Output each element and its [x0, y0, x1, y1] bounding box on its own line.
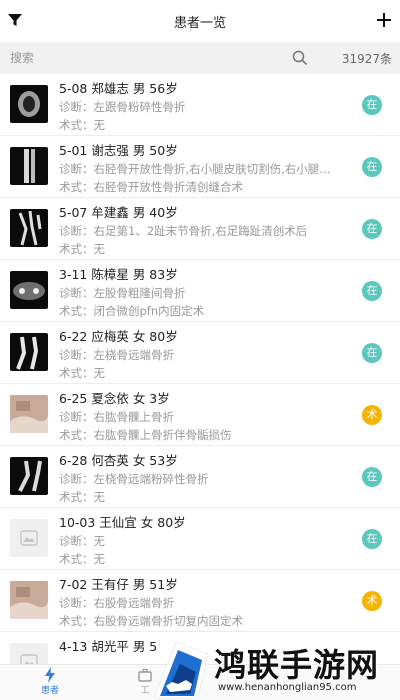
patient-row[interactable]: 3-11 陈樟星 男 83岁 诊断：左股骨粗隆间骨折 术式：闭合微创pfn内固定术在 [0, 260, 400, 322]
patient-diagnosis: 诊断：右股骨远端骨折 [59, 596, 174, 610]
status-badge: 在 [362, 219, 382, 239]
patient-list: 5-08 郑雄志 男 56岁 诊断：左跟骨粉碎性骨折 术式：无在 5-01 谢志强 男… [0, 74, 400, 664]
status-badge: 在 [362, 529, 382, 549]
patient-row[interactable]: 6-28 何杏英 女 53岁 诊断：左桡骨远端粉碎性骨折 术式：无在 [0, 446, 400, 508]
patient-diagnosis: 诊断：左股骨粗隆间骨折 [59, 286, 186, 300]
patient-info: 6-28 何杏英 女 53岁诊断：左桡骨远端粉碎性骨折 术式：无 [59, 451, 360, 506]
image-placeholder-icon [10, 519, 48, 557]
patient-row[interactable]: 10-03 王仙宜 女 80岁 诊断：无 术式：无在 [0, 508, 400, 570]
lightning-icon [45, 667, 55, 683]
patient-diagnosis: 诊断：左桡骨远端骨折 [59, 348, 174, 362]
status-badge: 在 [362, 343, 382, 363]
patient-surgery: 术式：闭合微创pfn内固定术 [59, 304, 205, 318]
patient-thumbnail [10, 581, 48, 619]
patient-surgery: 术式：无 [59, 490, 105, 504]
patient-thumbnail [10, 147, 48, 185]
patient-surgery: 术式：右肱骨髁上骨折伴骨骺损伤 [59, 428, 232, 442]
patient-diagnosis: 诊断：左桡骨远端粉碎性骨折 [59, 472, 209, 486]
top-bar: 患者一览 [0, 0, 400, 42]
patient-thumbnail [10, 457, 48, 495]
patient-row[interactable]: 7-02 王有仔 男 51岁 诊断：右股骨远端骨折术式：右股骨远端骨折切复内固定术… [0, 570, 400, 632]
patient-row[interactable]: 5-07 牟建鑫 男 40岁诊断：右足第1、2趾末节骨折,右足踇趾清创术后 术式：… [0, 198, 400, 260]
briefcase-icon [138, 668, 152, 682]
search-input[interactable] [10, 51, 270, 65]
patient-name: 5-08 郑雄志 男 56岁 [59, 81, 178, 96]
patient-info: 10-03 王仙宜 女 80岁 诊断：无术式：无 [59, 513, 360, 568]
patient-thumbnail [10, 271, 48, 309]
patient-diagnosis: 诊断：左跟骨粉碎性骨折 [59, 100, 186, 114]
patient-name: 10-03 王仙宜 女 80岁 [59, 515, 186, 530]
patient-thumbnail [10, 395, 48, 433]
watermark-title: 鸿联手游网 [214, 646, 380, 684]
patient-name: 7-02 王有仔 男 51岁 [59, 577, 178, 592]
patient-diagnosis: 诊断：右胫骨开放性骨折,右小腿皮肤切割伤,右小腿… [59, 162, 331, 176]
status-badge: 术 [362, 591, 382, 611]
patient-name: 6-28 何杏英 女 53岁 [59, 453, 178, 468]
patient-row[interactable]: 5-01 谢志强 男 50岁诊断：右胫骨开放性骨折,右小腿皮肤切割伤,右小腿… 术… [0, 136, 400, 198]
tab-patients[interactable]: 患者 [30, 667, 70, 696]
patient-name: 3-11 陈樟星 男 83岁 [59, 267, 178, 282]
tab-work-label: 工 [140, 686, 150, 696]
search-bar: 31927条 [0, 42, 400, 74]
patient-info: 7-02 王有仔 男 51岁 诊断：右股骨远端骨折术式：右股骨远端骨折切复内固定术 [59, 575, 360, 630]
status-badge: 在 [362, 281, 382, 301]
patient-info: 6-22 应梅英 女 80岁 诊断：左桡骨远端骨折 术式：无 [59, 327, 360, 382]
watermark-logo [153, 641, 209, 699]
add-icon[interactable] [376, 12, 392, 28]
patient-thumbnail [10, 209, 48, 247]
status-badge: 在 [362, 157, 382, 177]
patient-row[interactable]: 6-25 夏念依 女 3岁 诊断：右肱骨髁上骨折 术式：右肱骨髁上骨折伴骨骺损伤术 [0, 384, 400, 446]
status-badge: 在 [362, 95, 382, 115]
patient-surgery: 术式：无 [59, 118, 105, 132]
patient-diagnosis: 诊断：无 [59, 534, 105, 548]
patient-info: 5-01 谢志强 男 50岁诊断：右胫骨开放性骨折,右小腿皮肤切割伤,右小腿… 术… [59, 141, 360, 196]
patient-info: 5-08 郑雄志 男 56岁 诊断：左跟骨粉碎性骨折 术式：无 [59, 79, 360, 134]
patient-thumbnail [10, 85, 48, 123]
watermark-url: www.henanhonglian95.com [218, 682, 357, 693]
watermark: 鸿联手游网 www.henanhonglian95.com [152, 638, 400, 700]
patient-info: 3-11 陈樟星 男 83岁 诊断：左股骨粗隆间骨折术式：闭合微创pfn内固定术 [59, 265, 360, 320]
patient-surgery: 术式：无 [59, 242, 105, 256]
patient-surgery: 术式：无 [59, 366, 105, 380]
patient-thumbnail [10, 333, 48, 371]
patient-surgery: 术式：无 [59, 552, 105, 566]
patient-name: 5-01 谢志强 男 50岁 [59, 143, 178, 158]
patient-diagnosis: 诊断：右肱骨髁上骨折 [59, 410, 174, 424]
patient-row[interactable]: 5-08 郑雄志 男 56岁 诊断：左跟骨粉碎性骨折 术式：无在 [0, 74, 400, 136]
patient-name: 5-07 牟建鑫 男 40岁 [59, 205, 178, 220]
image-placeholder-icon [10, 643, 48, 664]
result-count: 31927条 [341, 52, 392, 66]
status-badge: 在 [362, 467, 382, 487]
patient-surgery: 术式：右胫骨开放性骨折清创缝合术 [59, 180, 243, 194]
patient-name: 6-22 应梅英 女 80岁 [59, 329, 178, 344]
patient-info: 5-07 牟建鑫 男 40岁诊断：右足第1、2趾末节骨折,右足踇趾清创术后 术式：… [59, 203, 360, 258]
page-title: 患者一览 [173, 15, 226, 31]
search-icon[interactable] [292, 50, 308, 66]
patient-diagnosis: 诊断：右足第1、2趾末节骨折,右足踇趾清创术后 [59, 224, 308, 238]
patient-surgery: 术式：右股骨远端骨折切复内固定术 [59, 614, 243, 628]
tab-patients-label: 患者 [40, 686, 59, 696]
patient-row[interactable]: 6-22 应梅英 女 80岁 诊断：左桡骨远端骨折 术式：无在 [0, 322, 400, 384]
status-badge: 术 [362, 405, 382, 425]
patient-info: 6-25 夏念依 女 3岁 诊断：右肱骨髁上骨折术式：右肱骨髁上骨折伴骨骺损伤 [59, 389, 360, 444]
patient-name: 6-25 夏念依 女 3岁 [59, 391, 170, 406]
filter-icon[interactable] [8, 13, 22, 27]
